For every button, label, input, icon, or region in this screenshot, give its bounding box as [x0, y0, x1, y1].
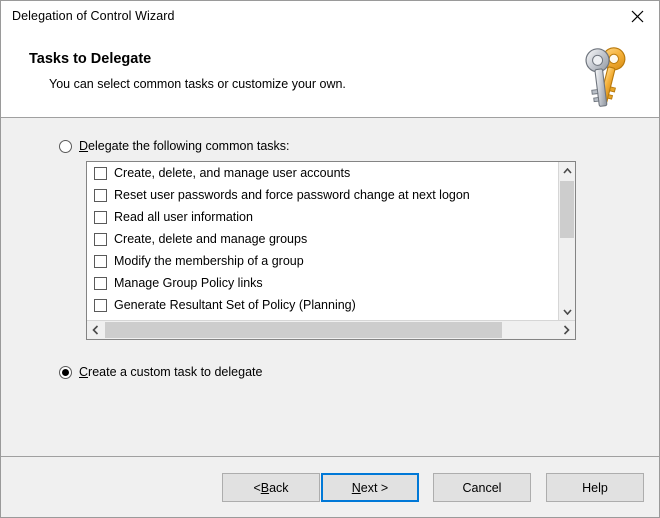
radio-accel-common: D — [79, 139, 89, 153]
common-tasks-listbox[interactable]: Create, delete, and manage user accounts… — [86, 161, 576, 340]
radio-text-custom: reate a custom task to delegate — [88, 365, 263, 379]
window-title: Delegation of Control Wizard — [12, 9, 175, 23]
task-label: Reset user passwords and force password … — [114, 188, 470, 202]
close-icon — [631, 10, 643, 23]
task-checkbox[interactable] — [94, 210, 107, 224]
cancel-button[interactable]: Cancel — [433, 473, 531, 502]
radio-text-common: elegate the following common tasks: — [88, 139, 290, 153]
task-checkbox[interactable] — [94, 298, 107, 312]
page-title: Tasks to Delegate — [29, 51, 152, 67]
close-button[interactable] — [615, 1, 659, 32]
task-label: Modify the membership of a group — [114, 254, 304, 268]
scroll-down-button[interactable] — [559, 303, 575, 320]
task-checkbox[interactable] — [94, 254, 107, 268]
wizard-header: Tasks to Delegate You can select common … — [1, 32, 659, 118]
radio-accel-custom: C — [79, 365, 89, 379]
task-label: Generate Resultant Set of Policy (Planni… — [114, 298, 356, 312]
back-accel: B — [260, 480, 270, 495]
wizard-footer: < Back Next > Cancel Help — [1, 456, 659, 517]
vertical-scrollbar[interactable] — [558, 162, 575, 320]
help-button[interactable]: Help — [546, 473, 644, 502]
radio-create-custom-task[interactable]: Create a custom task to delegate — [59, 365, 262, 379]
title-bar: Delegation of Control Wizard — [1, 1, 659, 32]
list-item[interactable]: Read all user information — [87, 206, 558, 228]
next-accel: N — [351, 480, 361, 495]
next-button[interactable]: Next > — [321, 473, 419, 502]
list-item[interactable]: Create, delete, and manage user accounts — [87, 162, 558, 184]
task-checkbox[interactable] — [94, 232, 107, 246]
page-subtitle: You can select common tasks or customize… — [49, 77, 346, 91]
chevron-right-icon — [563, 325, 570, 335]
task-checkbox[interactable] — [94, 276, 107, 290]
chevron-up-icon — [562, 167, 572, 174]
back-suffix: ack — [269, 480, 289, 495]
scroll-up-button[interactable] — [559, 162, 575, 179]
list-item[interactable]: Create, delete and manage groups — [87, 228, 558, 250]
back-prefix: < — [253, 480, 261, 495]
radio-indicator-common — [59, 139, 72, 153]
horizontal-scrollbar-thumb[interactable] — [105, 322, 502, 338]
list-item[interactable]: Modify the membership of a group — [87, 250, 558, 272]
task-label: Create, delete, and manage user accounts — [114, 166, 351, 180]
vertical-scrollbar-thumb[interactable] — [560, 181, 574, 238]
delegation-of-control-wizard-dialog: Delegation of Control Wizard Tasks to De… — [0, 0, 660, 518]
radio-label-custom: Create a custom task to delegate — [79, 365, 262, 379]
list-item[interactable]: Manage Group Policy links — [87, 272, 558, 294]
scroll-right-button[interactable] — [558, 321, 575, 339]
task-label: Read all user information — [114, 210, 253, 224]
chevron-left-icon — [92, 325, 99, 335]
scroll-left-button[interactable] — [87, 321, 104, 339]
common-tasks-list: Create, delete, and manage user accounts… — [87, 162, 558, 320]
task-label: Manage Group Policy links — [114, 276, 263, 290]
keys-icon — [585, 47, 626, 107]
radio-delegate-common-tasks[interactable]: Delegate the following common tasks: — [59, 139, 290, 153]
back-button[interactable]: < Back — [222, 473, 320, 502]
next-suffix: ext > — [360, 480, 389, 495]
task-label: Create, delete and manage groups — [114, 232, 308, 246]
chevron-down-icon — [562, 308, 572, 315]
list-item[interactable]: Reset user passwords and force password … — [87, 184, 558, 206]
horizontal-scrollbar[interactable] — [87, 320, 575, 339]
radio-label-common: Delegate the following common tasks: — [79, 139, 290, 153]
radio-indicator-custom — [59, 365, 72, 379]
task-checkbox[interactable] — [94, 188, 107, 202]
task-checkbox[interactable] — [94, 166, 107, 180]
list-item[interactable]: Generate Resultant Set of Policy (Planni… — [87, 294, 558, 316]
